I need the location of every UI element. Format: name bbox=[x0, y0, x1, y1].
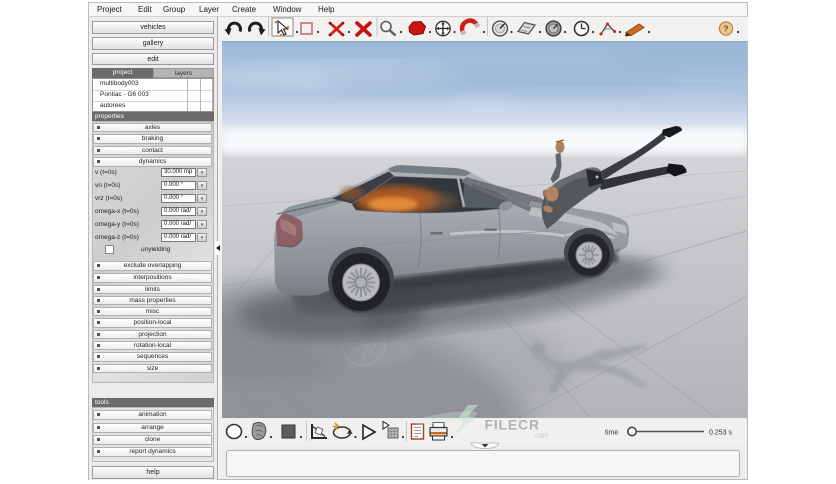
svg-text:0.253 s: 0.253 s bbox=[709, 430, 732, 437]
svg-text:?: ? bbox=[723, 24, 728, 34]
svg-text:time: time bbox=[605, 430, 618, 437]
